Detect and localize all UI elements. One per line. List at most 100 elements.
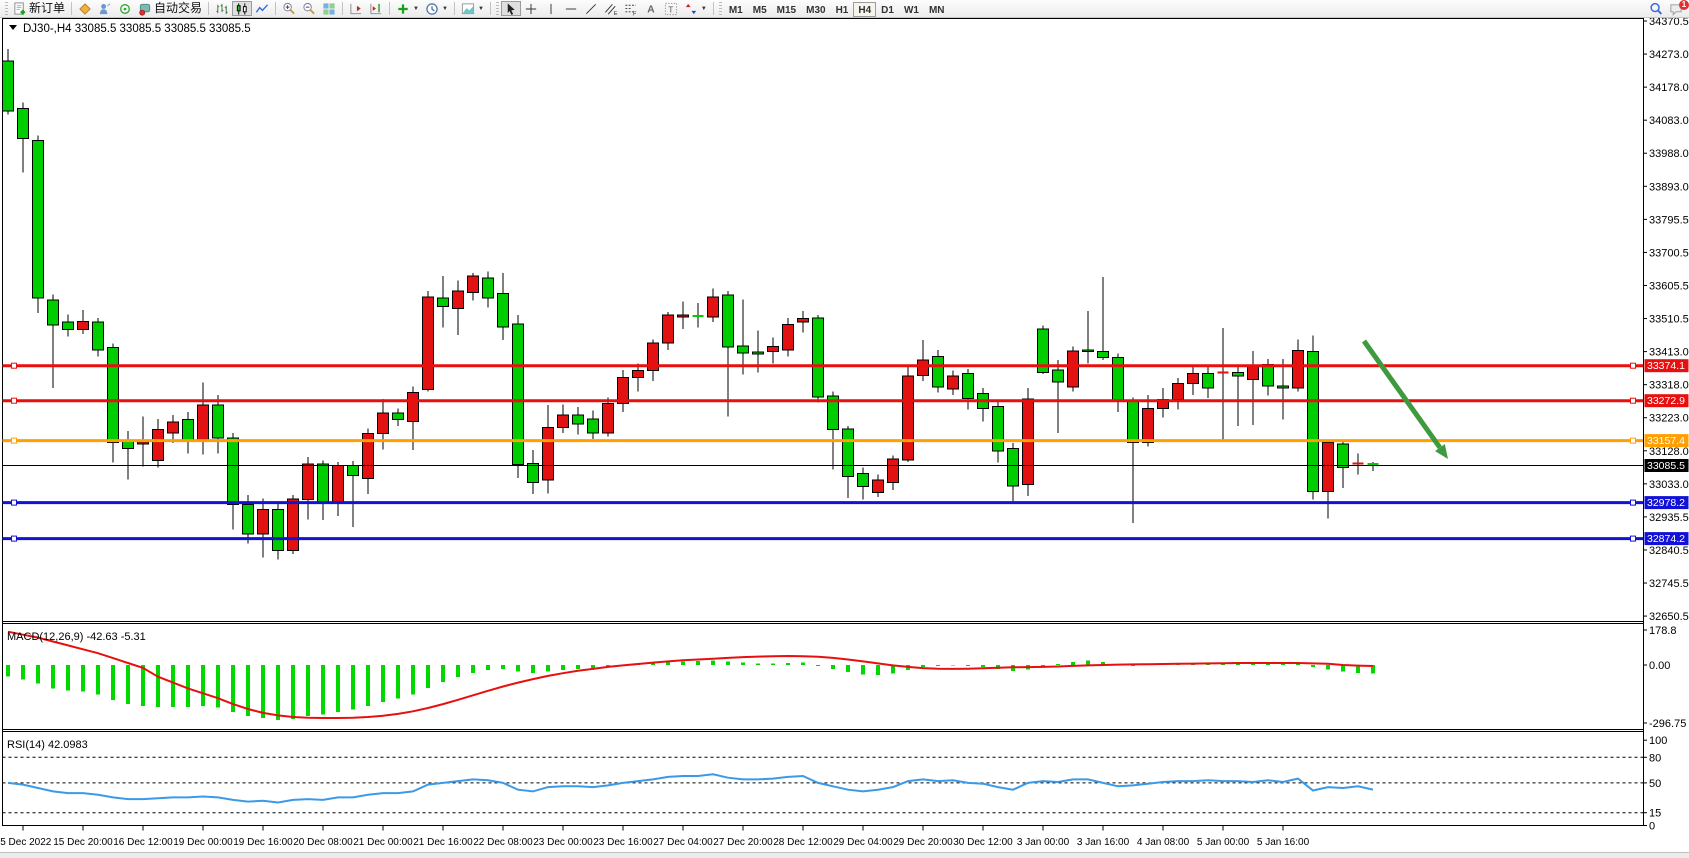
toolbar-separator [275, 2, 276, 15]
zoom-in-button[interactable] [279, 1, 299, 16]
toolbar-separator [389, 2, 390, 15]
chart-canvas[interactable]: 34370.534273.034178.034083.033988.033893… [0, 0, 1689, 858]
zoom-out-button[interactable] [299, 1, 319, 16]
autotrade-label: 自动交易 [154, 1, 202, 16]
level-handle[interactable] [12, 398, 17, 403]
search-button[interactable] [1646, 1, 1666, 16]
toolbar-separator [454, 2, 455, 15]
level-handle[interactable] [1631, 438, 1636, 443]
timeframe-h1-button[interactable]: H1 [831, 2, 854, 17]
auto-scroll-icon [349, 2, 363, 16]
svg-text:19 Dec 16:00: 19 Dec 16:00 [233, 837, 293, 848]
svg-text:20 Dec 08:00: 20 Dec 08:00 [293, 837, 353, 848]
timeframe-w1-button[interactable]: W1 [899, 2, 924, 17]
svg-text:33157.4: 33157.4 [1647, 435, 1685, 447]
templates-button[interactable]: ▼ [458, 1, 487, 16]
indicators-icon [396, 2, 410, 16]
new-order-button[interactable]: 新订单 [10, 1, 68, 16]
svg-text:33988.0: 33988.0 [1649, 148, 1689, 160]
svg-text:19 Dec 00:00: 19 Dec 00:00 [173, 837, 233, 848]
line-chart-button[interactable] [252, 1, 272, 16]
level-handle[interactable] [1631, 363, 1636, 368]
rsi-label: RSI(14) 42.0983 [7, 739, 88, 751]
svg-text:T: T [668, 4, 673, 14]
market-watch-button[interactable] [95, 1, 115, 16]
svg-text:-296.75: -296.75 [1649, 718, 1686, 730]
auto-scroll-button[interactable] [346, 1, 366, 16]
chart-title[interactable]: DJ30-,H4 33085.5 33085.5 33085.5 33085.5 [9, 23, 251, 35]
svg-text:5 Jan 16:00: 5 Jan 16:00 [1257, 837, 1310, 848]
timeframe-m15-button[interactable]: M15 [772, 2, 801, 17]
profiles-button[interactable] [75, 1, 95, 16]
svg-text:34178.0: 34178.0 [1649, 82, 1689, 94]
svg-text:29 Dec 04:00: 29 Dec 04:00 [833, 837, 893, 848]
toolbar-grip[interactable] [496, 2, 499, 15]
clock-icon [425, 2, 439, 16]
svg-text:5 Jan 00:00: 5 Jan 00:00 [1197, 837, 1250, 848]
arrows-caret-icon: ▼ [701, 6, 707, 12]
indicators-button[interactable]: ▼ [393, 1, 422, 16]
tile-windows-icon [322, 2, 336, 16]
notifications-button[interactable]: 1 [1666, 1, 1686, 16]
timeframe-h4-button[interactable]: H4 [853, 2, 876, 17]
svg-text:F: F [633, 11, 637, 15]
svg-text:33510.5: 33510.5 [1649, 314, 1689, 326]
arrows-button[interactable]: ▼ [681, 1, 710, 16]
svg-text:32978.2: 32978.2 [1647, 497, 1685, 509]
toolbar-grip[interactable] [719, 2, 722, 15]
candlestick-chart-button[interactable] [232, 1, 252, 16]
macd-label: MACD(12,26,9) -42.63 -5.31 [7, 631, 146, 643]
level-handle[interactable] [1631, 500, 1636, 505]
toolbar-grip[interactable] [5, 2, 8, 15]
level-handle[interactable] [1631, 398, 1636, 403]
timeframe-m30-button[interactable]: M30 [801, 2, 830, 17]
fibonacci-button[interactable]: F [621, 1, 641, 16]
timeframe-d1-button[interactable]: D1 [876, 2, 899, 17]
timeframe-mn-button[interactable]: MN [924, 2, 950, 17]
crosshair-button[interactable] [521, 1, 541, 16]
vertical-line-button[interactable] [541, 1, 561, 16]
level-handle[interactable] [12, 536, 17, 541]
svg-text:21 Dec 00:00: 21 Dec 00:00 [353, 837, 413, 848]
cursor-icon [504, 2, 518, 16]
tile-windows-button[interactable] [319, 1, 339, 16]
chart-shift-button[interactable] [366, 1, 386, 16]
svg-text:29 Dec 20:00: 29 Dec 20:00 [893, 837, 953, 848]
svg-text:0: 0 [1649, 821, 1655, 833]
svg-text:34083.0: 34083.0 [1649, 115, 1689, 127]
svg-text:15: 15 [1649, 808, 1661, 820]
cursor-button[interactable] [501, 1, 521, 16]
timeframe-group: M1M5M15M30H1H4D1W1MN [724, 0, 950, 18]
level-handle[interactable] [1631, 536, 1636, 541]
line-chart-icon [255, 2, 269, 16]
candlestick-chart-icon [235, 2, 249, 16]
svg-text:4 Jan 08:00: 4 Jan 08:00 [1137, 837, 1190, 848]
trendline-button[interactable] [581, 1, 601, 16]
svg-text:34273.0: 34273.0 [1649, 49, 1689, 61]
indicators-caret-icon: ▼ [413, 6, 419, 12]
autotrade-button[interactable]: 自动交易 [135, 1, 205, 16]
svg-text:33605.5: 33605.5 [1649, 280, 1689, 292]
chart-shift-icon [369, 2, 383, 16]
bar-chart-button[interactable] [212, 1, 232, 16]
svg-text:32874.2: 32874.2 [1647, 533, 1685, 545]
timeframe-m1-button[interactable]: M1 [724, 2, 748, 17]
autotrade-icon [138, 2, 152, 16]
svg-text:0.00: 0.00 [1649, 660, 1670, 672]
equidistant-channel-button[interactable]: E [601, 1, 621, 16]
timeframe-m5-button[interactable]: M5 [748, 2, 772, 17]
text-label-button[interactable]: T [661, 1, 681, 16]
periods-button[interactable]: ▼ [422, 1, 451, 16]
level-handle[interactable] [12, 438, 17, 443]
svg-text:23 Dec 00:00: 23 Dec 00:00 [533, 837, 593, 848]
new-order-icon [13, 2, 27, 16]
data-window-button[interactable] [115, 1, 135, 16]
text-button[interactable]: A [641, 1, 661, 16]
svg-text:178.8: 178.8 [1649, 625, 1677, 637]
horizontal-line-button[interactable] [561, 1, 581, 16]
svg-text:27 Dec 04:00: 27 Dec 04:00 [653, 837, 713, 848]
level-handle[interactable] [12, 500, 17, 505]
level-handle[interactable] [12, 363, 17, 368]
svg-text:15 Dec 2022: 15 Dec 2022 [0, 837, 52, 848]
fibonacci-icon: F [624, 2, 638, 16]
